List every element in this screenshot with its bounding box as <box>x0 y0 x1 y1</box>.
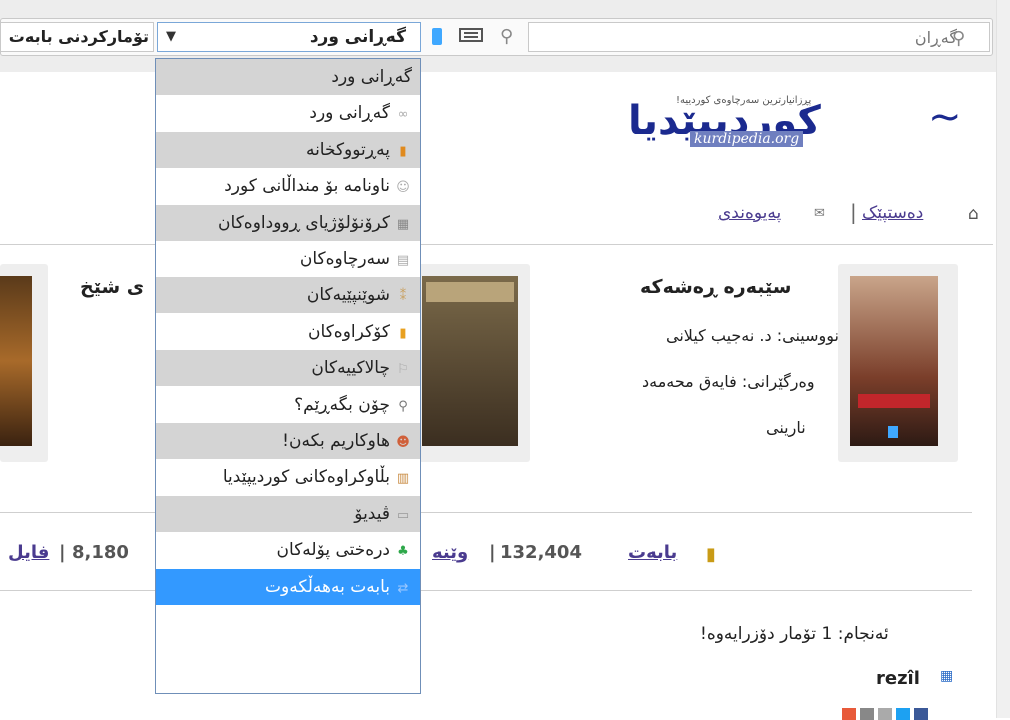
book-card[interactable] <box>410 264 530 462</box>
nav-separator: | <box>850 200 857 224</box>
dropdown-item[interactable]: ⚲چۆن بگەڕێم؟ <box>156 387 420 423</box>
search-icon[interactable]: ⚲ <box>500 26 513 47</box>
glasses-icon: ∞ <box>397 107 409 122</box>
stat-topic-count: 132,404 <box>500 542 582 563</box>
dropdown-item[interactable]: ⁑شوێنپێیەکان <box>156 277 420 313</box>
list-icon[interactable] <box>459 28 483 42</box>
home-icon[interactable]: ⌂ <box>968 204 979 224</box>
book-card[interactable] <box>838 264 958 462</box>
dropdown-item[interactable]: ▭ڤیدیۆ <box>156 496 420 532</box>
nav-contact-link[interactable]: پەیوەندی <box>718 203 781 223</box>
search-scope-dropdown[interactable]: گەڕانی ورد ∞گەڕانی ورد ▮پەڕتووکخانە ☺ناو… <box>155 58 421 694</box>
dropdown-item[interactable]: ☻هاوکاریم بکەن! <box>156 423 420 459</box>
chart-icon: ▮ <box>706 544 716 565</box>
result-count: ئەنجام: 1 تۆمار دۆزرایەوە! <box>700 624 889 644</box>
book-extra: نارینی <box>766 418 806 437</box>
dropdown-item[interactable]: ∞گەڕانی ورد <box>156 95 420 131</box>
dropdown-item[interactable]: ♣درەختی پۆلەکان <box>156 532 420 568</box>
stat-file-link[interactable]: فایل <box>8 542 49 563</box>
translate-icon[interactable]: ▦ <box>940 668 953 684</box>
collection-icon: ▮ <box>399 326 407 341</box>
book-title[interactable]: ی شێخ <box>80 276 144 298</box>
book-card[interactable] <box>0 264 48 462</box>
chevron-down-icon: ▼ <box>166 29 176 44</box>
stat-separator: | <box>59 542 66 563</box>
dropdown-item[interactable]: ▤سەرچاوەکان <box>156 241 420 277</box>
facebook-icon[interactable] <box>914 708 928 720</box>
divider <box>0 590 972 591</box>
stat-topic-link[interactable]: بابەت <box>628 542 677 563</box>
stat-image-count: 8,180 <box>72 542 129 563</box>
book-title[interactable]: سێبەرە ڕەشەکە <box>640 276 791 298</box>
dropdown-item[interactable]: ☺ناونامە بۆ منداڵانی کورد <box>156 168 420 204</box>
stat-separator: | <box>489 542 496 563</box>
book-translator: وەرگێرانی: فایەق محەمەد <box>642 372 815 391</box>
publications-icon: ▥ <box>396 471 410 486</box>
share-icon[interactable] <box>842 708 856 720</box>
stat-image-link[interactable]: وێنە <box>432 542 468 563</box>
search-scope-select[interactable]: گەڕانی ورد ▼ <box>157 22 421 52</box>
search-scope-value: گەڕانی ورد <box>309 27 406 47</box>
mail-icon[interactable] <box>878 708 892 720</box>
search-icon[interactable]: ⚲ <box>952 28 965 49</box>
divider <box>0 244 993 245</box>
video-icon: ▭ <box>396 508 410 523</box>
dropdown-item[interactable]: ⚐چالاکییەکان <box>156 350 420 386</box>
book-cover[interactable] <box>850 276 938 446</box>
dropdown-item[interactable]: ▮پەڕتووکخانە <box>156 132 420 168</box>
twitter-icon[interactable] <box>896 708 910 720</box>
logo-swirl-icon: ~ <box>928 94 962 140</box>
shuffle-icon: ⇄ <box>397 581 409 596</box>
footprints-icon: ⁑ <box>399 289 407 304</box>
baby-icon: ☺ <box>396 180 410 195</box>
records-select-value: تۆمارکردنی بابەت <box>8 27 149 46</box>
calendar-icon: ▦ <box>396 217 410 232</box>
runner-icon: ⚐ <box>397 362 409 377</box>
book-cover[interactable] <box>0 276 32 446</box>
book-icon: ▮ <box>399 144 407 159</box>
dropdown-item[interactable]: ▦کرۆنۆلۆژیای ڕووداوەکان <box>156 205 420 241</box>
mail-icon[interactable]: ✉ <box>814 206 825 221</box>
tree-icon: ♣ <box>397 544 409 559</box>
dropdown-item[interactable]: ▥بڵاوکراوەکانی کوردیپێدیا <box>156 459 420 495</box>
book-author: نووسینی: د. نەجیب کیلانی <box>666 326 839 345</box>
mobile-icon[interactable] <box>432 28 442 45</box>
dropdown-item-selected[interactable]: ⇄بابەت بەهەڵکەوت <box>156 569 420 605</box>
nav-home-link[interactable]: دەستپێک <box>862 203 923 223</box>
magnifier-icon: ⚲ <box>398 399 408 414</box>
dropdown-item[interactable]: گەڕانی ورد <box>156 59 420 95</box>
user-name[interactable]: rezîl <box>876 668 920 689</box>
page-scrollbar[interactable] <box>996 0 1010 718</box>
divider <box>0 512 972 513</box>
logo-url: kurdipedia.org <box>690 131 804 147</box>
helper-icon: ☻ <box>396 435 410 450</box>
document-icon: ▤ <box>396 253 410 268</box>
records-select[interactable]: تۆمارکردنی بابەت <box>0 22 154 52</box>
print-icon[interactable] <box>860 708 874 720</box>
dropdown-item[interactable]: ▮کۆکراوەکان <box>156 314 420 350</box>
book-cover[interactable] <box>422 276 518 446</box>
search-input[interactable] <box>528 22 990 52</box>
